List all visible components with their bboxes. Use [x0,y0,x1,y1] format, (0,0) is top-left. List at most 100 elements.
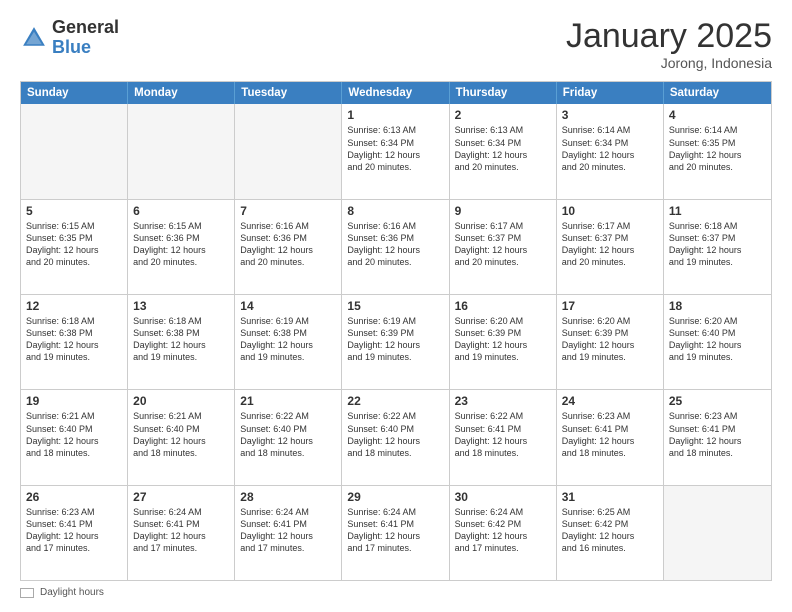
day-number: 11 [669,204,766,218]
calendar-day-header: Friday [557,82,664,104]
calendar-cell: 28 Sunrise: 6:24 AM Sunset: 6:41 PM Dayli… [235,486,342,580]
calendar-day-header: Tuesday [235,82,342,104]
calendar-cell [21,104,128,198]
calendar-cell: 3 Sunrise: 6:14 AM Sunset: 6:34 PM Daylig… [557,104,664,198]
day-number: 6 [133,204,229,218]
cell-details: Sunrise: 6:15 AM Sunset: 6:35 PM Dayligh… [26,220,122,269]
logo-icon [20,24,48,52]
calendar-cell: 16 Sunrise: 6:20 AM Sunset: 6:39 PM Dayli… [450,295,557,389]
cell-details: Sunrise: 6:14 AM Sunset: 6:35 PM Dayligh… [669,124,766,173]
cell-details: Sunrise: 6:18 AM Sunset: 6:38 PM Dayligh… [133,315,229,364]
calendar-header-row: SundayMondayTuesdayWednesdayThursdayFrid… [21,82,771,104]
calendar-week-row: 5 Sunrise: 6:15 AM Sunset: 6:35 PM Daylig… [21,199,771,294]
calendar-cell: 5 Sunrise: 6:15 AM Sunset: 6:35 PM Daylig… [21,200,128,294]
cell-details: Sunrise: 6:17 AM Sunset: 6:37 PM Dayligh… [562,220,658,269]
calendar-day-header: Saturday [664,82,771,104]
day-number: 24 [562,394,658,408]
cell-details: Sunrise: 6:23 AM Sunset: 6:41 PM Dayligh… [669,410,766,459]
cell-details: Sunrise: 6:24 AM Sunset: 6:42 PM Dayligh… [455,506,551,555]
calendar-cell: 12Sunrise: 6:18 AM Sunset: 6:38 PM Dayli… [21,295,128,389]
cell-details: Sunrise: 6:25 AM Sunset: 6:42 PM Dayligh… [562,506,658,555]
cell-details: Sunrise: 6:13 AM Sunset: 6:34 PM Dayligh… [455,124,551,173]
cell-details: Sunrise: 6:15 AM Sunset: 6:36 PM Dayligh… [133,220,229,269]
calendar-cell: 26Sunrise: 6:23 AM Sunset: 6:41 PM Dayli… [21,486,128,580]
day-number: 12 [26,299,122,313]
calendar-day-header: Monday [128,82,235,104]
page: General Blue January 2025 Jorong, Indone… [0,0,792,612]
day-number: 28 [240,490,336,504]
calendar-day-header: Wednesday [342,82,449,104]
calendar-cell: 15 Sunrise: 6:19 AM Sunset: 6:39 PM Dayli… [342,295,449,389]
day-number: 17 [562,299,658,313]
day-number: 22 [347,394,443,408]
calendar-week-row: 12 Sunrise: 6:18 AM Sunset: 6:38 PM Dayli… [21,294,771,389]
logo: General Blue [20,18,119,58]
header: General Blue January 2025 Jorong, Indone… [20,18,772,71]
calendar: SundayMondayTuesdayWednesdayThursdayFrid… [20,81,772,581]
day-number: 23 [455,394,551,408]
day-number: 3 [562,108,658,122]
day-number: 25 [669,394,766,408]
cell-details: Sunrise: 6:20 AM Sunset: 6:40 PM Dayligh… [669,315,766,364]
calendar-cell: 20Sunrise: 6:21 AM Sunset: 6:40 PM Dayli… [128,390,235,484]
cell-details: Sunrise: 6:24 AM Sunset: 6:41 PM Dayligh… [240,506,336,555]
calendar-cell [128,104,235,198]
day-number: 26 [26,490,122,504]
day-number: 14 [240,299,336,313]
calendar-cell: 30Sunrise: 6:24 AM Sunset: 6:42 PM Dayli… [450,486,557,580]
calendar-week-row: 26Sunrise: 6:23 AM Sunset: 6:41 PM Dayli… [21,485,771,580]
calendar-cell: 11 Sunrise: 6:18 AM Sunset: 6:37 PM Dayli… [664,200,771,294]
title-block: January 2025 Jorong, Indonesia [566,18,772,71]
footer: Daylight hours [20,587,772,598]
cell-details: Sunrise: 6:19 AM Sunset: 6:38 PM Dayligh… [240,315,336,364]
calendar-title: January 2025 [566,18,772,55]
calendar-day-header: Thursday [450,82,557,104]
calendar-cell: 7 Sunrise: 6:16 AM Sunset: 6:36 PM Daylig… [235,200,342,294]
cell-details: Sunrise: 6:24 AM Sunset: 6:41 PM Dayligh… [347,506,443,555]
day-number: 20 [133,394,229,408]
cell-details: Sunrise: 6:20 AM Sunset: 6:39 PM Dayligh… [455,315,551,364]
day-number: 9 [455,204,551,218]
day-number: 29 [347,490,443,504]
calendar-cell: 9 Sunrise: 6:17 AM Sunset: 6:37 PM Daylig… [450,200,557,294]
cell-details: Sunrise: 6:19 AM Sunset: 6:39 PM Dayligh… [347,315,443,364]
cell-details: Sunrise: 6:14 AM Sunset: 6:34 PM Dayligh… [562,124,658,173]
calendar-cell: 22 Sunrise: 6:22 AM Sunset: 6:40 PM Dayli… [342,390,449,484]
calendar-cell: 21Sunrise: 6:22 AM Sunset: 6:40 PM Dayli… [235,390,342,484]
cell-details: Sunrise: 6:22 AM Sunset: 6:41 PM Dayligh… [455,410,551,459]
calendar-week-row: 1 Sunrise: 6:13 AM Sunset: 6:34 PM Daylig… [21,104,771,198]
calendar-subtitle: Jorong, Indonesia [566,55,772,71]
cell-details: Sunrise: 6:22 AM Sunset: 6:40 PM Dayligh… [347,410,443,459]
day-number: 18 [669,299,766,313]
daylight-label: Daylight hours [40,587,104,598]
calendar-cell: 24Sunrise: 6:23 AM Sunset: 6:41 PM Dayli… [557,390,664,484]
calendar-cell: 13Sunrise: 6:18 AM Sunset: 6:38 PM Dayli… [128,295,235,389]
day-number: 19 [26,394,122,408]
cell-details: Sunrise: 6:20 AM Sunset: 6:39 PM Dayligh… [562,315,658,364]
calendar-cell: 18 Sunrise: 6:20 AM Sunset: 6:40 PM Dayli… [664,295,771,389]
day-number: 7 [240,204,336,218]
calendar-day-header: Sunday [21,82,128,104]
calendar-cell: 31 Sunrise: 6:25 AM Sunset: 6:42 PM Dayli… [557,486,664,580]
logo-text: General Blue [52,18,119,58]
day-number: 5 [26,204,122,218]
day-number: 16 [455,299,551,313]
day-number: 10 [562,204,658,218]
calendar-body: 1 Sunrise: 6:13 AM Sunset: 6:34 PM Daylig… [21,104,771,580]
calendar-week-row: 19 Sunrise: 6:21 AM Sunset: 6:40 PM Dayli… [21,389,771,484]
cell-details: Sunrise: 6:18 AM Sunset: 6:37 PM Dayligh… [669,220,766,269]
calendar-cell: 27Sunrise: 6:24 AM Sunset: 6:41 PM Dayli… [128,486,235,580]
calendar-cell: 2Sunrise: 6:13 AM Sunset: 6:34 PM Daylig… [450,104,557,198]
day-number: 21 [240,394,336,408]
cell-details: Sunrise: 6:21 AM Sunset: 6:40 PM Dayligh… [26,410,122,459]
calendar-cell [664,486,771,580]
calendar-cell [235,104,342,198]
day-number: 15 [347,299,443,313]
day-number: 1 [347,108,443,122]
calendar-cell: 14 Sunrise: 6:19 AM Sunset: 6:38 PM Dayli… [235,295,342,389]
calendar-cell: 17 Sunrise: 6:20 AM Sunset: 6:39 PM Dayli… [557,295,664,389]
cell-details: Sunrise: 6:16 AM Sunset: 6:36 PM Dayligh… [240,220,336,269]
day-number: 31 [562,490,658,504]
day-number: 27 [133,490,229,504]
cell-details: Sunrise: 6:17 AM Sunset: 6:37 PM Dayligh… [455,220,551,269]
